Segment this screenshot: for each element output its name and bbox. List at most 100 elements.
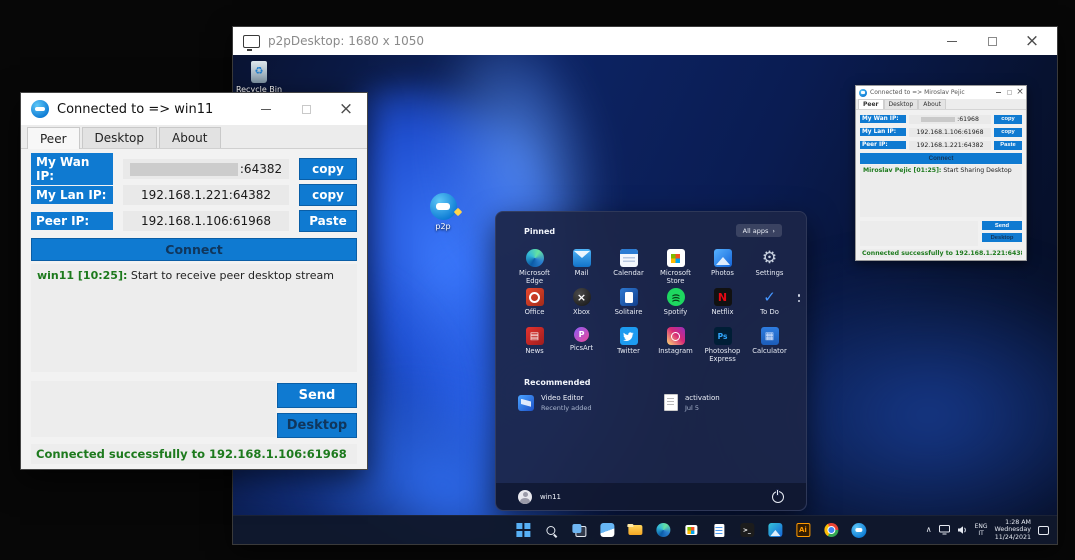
settings-gear-icon <box>761 249 779 267</box>
peer-ip-field[interactable]: 192.168.1.106:61968 <box>123 211 289 231</box>
pinned-apps-grid: Microsoft Edge Mail Calendar Microsoft S… <box>511 246 793 363</box>
start-app-calculator[interactable]: Calculator <box>746 324 793 363</box>
power-button[interactable] <box>772 491 784 503</box>
mini-peer-ip-label: Peer IP: <box>860 141 906 149</box>
redacted-ip <box>130 163 238 176</box>
mini-copy-wan-button[interactable]: copy <box>994 115 1022 124</box>
p2p-shortcut[interactable]: p2p <box>411 193 475 231</box>
mini-connect-button[interactable]: Connect <box>860 153 1022 164</box>
start-app-spotify[interactable]: Spotify <box>652 285 699 324</box>
p2p-app-icon <box>430 193 457 220</box>
start-app-microsoft-store[interactable]: Microsoft Store <box>652 246 699 285</box>
clock-and-date[interactable]: 1:28 AM Wednesday 11/24/2021 <box>995 519 1031 542</box>
file-explorer-icon[interactable] <box>626 522 643 539</box>
minimize-button[interactable] <box>945 34 959 48</box>
start-app-mail[interactable]: Mail <box>558 246 605 285</box>
mini-window-titlebar[interactable]: Connected to => Miroslav Pejic <box>856 86 1026 99</box>
mini-tab-about[interactable]: About <box>918 99 946 109</box>
paste-button[interactable]: Paste <box>299 210 357 232</box>
p2pdesktop-taskbar-icon[interactable] <box>850 522 867 539</box>
app-label: Netflix <box>711 309 733 317</box>
start-button-icon[interactable] <box>514 522 531 539</box>
tab-desktop[interactable]: Desktop <box>82 127 158 148</box>
widgets-icon[interactable] <box>598 522 615 539</box>
start-app-xbox[interactable]: Xbox <box>558 285 605 324</box>
desktop-button[interactable]: Desktop <box>277 413 357 438</box>
peer-maximize-button[interactable] <box>299 102 313 116</box>
start-app-photos[interactable]: Photos <box>699 246 746 285</box>
mini-peer-ip-field[interactable]: 192.168.1.221:64382 <box>909 141 991 150</box>
terminal-icon[interactable] <box>738 522 755 539</box>
peer-minimize-button[interactable] <box>259 102 273 116</box>
start-app-microsoft-edge[interactable]: Microsoft Edge <box>511 246 558 285</box>
mini-wan-ip-value: :61968 <box>957 116 979 123</box>
todo-check-icon <box>761 288 779 306</box>
language-indicator[interactable]: ENG IT <box>975 523 988 537</box>
mini-tab-desktop[interactable]: Desktop <box>884 99 919 109</box>
send-button[interactable]: Send <box>277 383 357 408</box>
recycle-bin-shortcut[interactable]: Recycle Bin <box>233 59 291 94</box>
start-app-instagram[interactable]: Instagram <box>652 324 699 363</box>
user-avatar[interactable] <box>518 490 532 504</box>
start-app-news[interactable]: News <box>511 324 558 363</box>
mini-copy-lan-button[interactable]: copy <box>994 128 1022 137</box>
mini-minimize-button[interactable] <box>995 90 1001 96</box>
start-app-twitter[interactable]: Twitter <box>605 324 652 363</box>
copy-wan-button[interactable]: copy <box>299 158 357 180</box>
picsart-icon <box>574 327 589 342</box>
twitter-bird-icon <box>620 327 638 345</box>
mini-peer-ip-value: 192.168.1.221:64382 <box>916 142 983 149</box>
store-icon[interactable] <box>682 522 699 539</box>
mini-paste-button[interactable]: Paste <box>994 141 1022 150</box>
start-app-office[interactable]: Office <box>511 285 558 324</box>
mini-wan-ip-field[interactable]: :61968 <box>909 115 991 124</box>
mini-desktop-button[interactable]: Desktop <box>982 233 1022 242</box>
recommended-activation[interactable]: activationJul 5 <box>664 394 804 412</box>
task-view-icon[interactable] <box>570 522 587 539</box>
tray-chevron-icon[interactable]: ∧ <box>926 526 932 534</box>
pinned-heading: Pinned <box>524 227 555 236</box>
mini-maximize-button[interactable] <box>1006 90 1012 96</box>
speaker-icon[interactable] <box>957 525 968 535</box>
recommended-video-editor[interactable]: Video EditorRecently added <box>518 394 658 412</box>
notification-center-icon[interactable] <box>1038 526 1049 535</box>
recommended-name: activation <box>685 394 720 402</box>
maximize-button[interactable] <box>985 34 999 48</box>
notepad-icon[interactable] <box>710 522 727 539</box>
start-app-calendar[interactable]: Calendar <box>605 246 652 285</box>
search-icon[interactable] <box>542 522 559 539</box>
remote-window-titlebar[interactable]: p2pDesktop: 1680 x 1050 <box>233 27 1057 55</box>
user-name[interactable]: win11 <box>540 493 561 501</box>
message-input[interactable] <box>31 381 276 437</box>
start-app-photoshop-express[interactable]: Photoshop Express <box>699 324 746 363</box>
start-app-solitaire[interactable]: Solitaire <box>605 285 652 324</box>
mini-close-button[interactable] <box>1017 90 1023 96</box>
tab-about[interactable]: About <box>159 127 220 148</box>
start-menu-scrollbar[interactable] <box>798 294 801 302</box>
start-app-settings[interactable]: Settings <box>746 246 793 285</box>
connect-button[interactable]: Connect <box>31 238 357 261</box>
mini-send-button[interactable]: Send <box>982 221 1022 230</box>
recommended-heading: Recommended <box>524 378 591 387</box>
all-apps-button[interactable]: All apps › <box>736 224 782 237</box>
network-icon[interactable] <box>939 525 950 535</box>
copy-lan-button[interactable]: copy <box>299 184 357 206</box>
chrome-icon[interactable] <box>822 522 839 539</box>
start-app-picsart[interactable]: PicsArt <box>558 324 605 363</box>
photos-app-icon[interactable] <box>766 522 783 539</box>
mini-lan-ip-field[interactable]: 192.168.1.106:61968 <box>909 128 991 137</box>
all-apps-label: All apps <box>743 227 769 235</box>
start-app-todo[interactable]: To Do <box>746 285 793 324</box>
edge-browser-icon[interactable] <box>654 522 671 539</box>
mini-message-input[interactable] <box>860 221 978 246</box>
my-lan-ip-field[interactable]: 192.168.1.221:64382 <box>123 185 289 205</box>
close-button[interactable] <box>1025 34 1039 48</box>
app-label: Xbox <box>573 309 590 317</box>
mini-tab-peer[interactable]: Peer <box>858 99 884 109</box>
peer-window-titlebar[interactable]: Connected to => win11 <box>21 93 367 125</box>
peer-close-button[interactable] <box>339 102 353 116</box>
my-wan-ip-field[interactable]: :64382 <box>123 159 289 179</box>
illustrator-icon[interactable] <box>794 522 811 539</box>
tab-peer[interactable]: Peer <box>27 127 80 149</box>
start-app-netflix[interactable]: Netflix <box>699 285 746 324</box>
